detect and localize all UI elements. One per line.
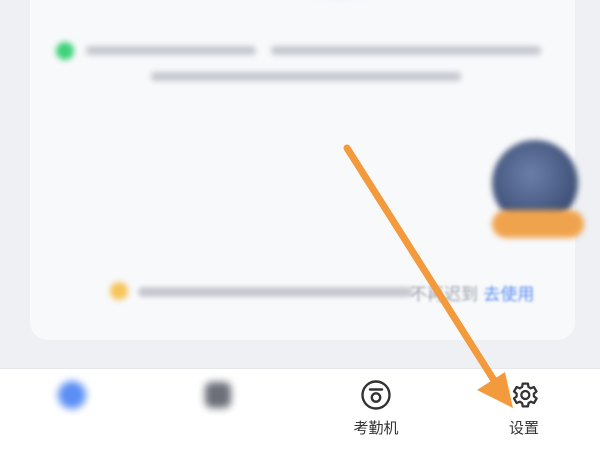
notice-text-blurred (86, 46, 256, 55)
notice-text-blurred (151, 72, 461, 81)
attendance-machine-icon (360, 379, 392, 411)
tab-settings-label: 设置 (508, 419, 539, 437)
promo-text-plain: 不再迟到 (410, 285, 478, 305)
tab-attendance-machine-label: 考勤机 (353, 419, 399, 437)
tab-apps[interactable] (168, 369, 268, 450)
promo-text-blurred (138, 287, 413, 297)
bulb-icon (110, 282, 128, 300)
notice-row (56, 40, 556, 95)
tab-settings[interactable]: 设置 (474, 369, 574, 450)
promo-text: 不再迟到 去使用 (410, 280, 534, 305)
avatar-badge (492, 210, 584, 238)
status-dot-icon (56, 42, 74, 60)
tab-attendance-machine[interactable]: 考勤机 (326, 369, 426, 450)
tab-home[interactable] (22, 369, 122, 450)
gear-icon (508, 379, 540, 411)
app-icon (202, 379, 234, 411)
home-icon (56, 379, 88, 411)
promo-row: 不再迟到 去使用 (110, 280, 534, 305)
notice-text-blurred (271, 46, 541, 55)
promo-use-link[interactable]: 去使用 (483, 285, 534, 305)
bottom-tab-bar: 考勤机 设置 (0, 368, 600, 450)
